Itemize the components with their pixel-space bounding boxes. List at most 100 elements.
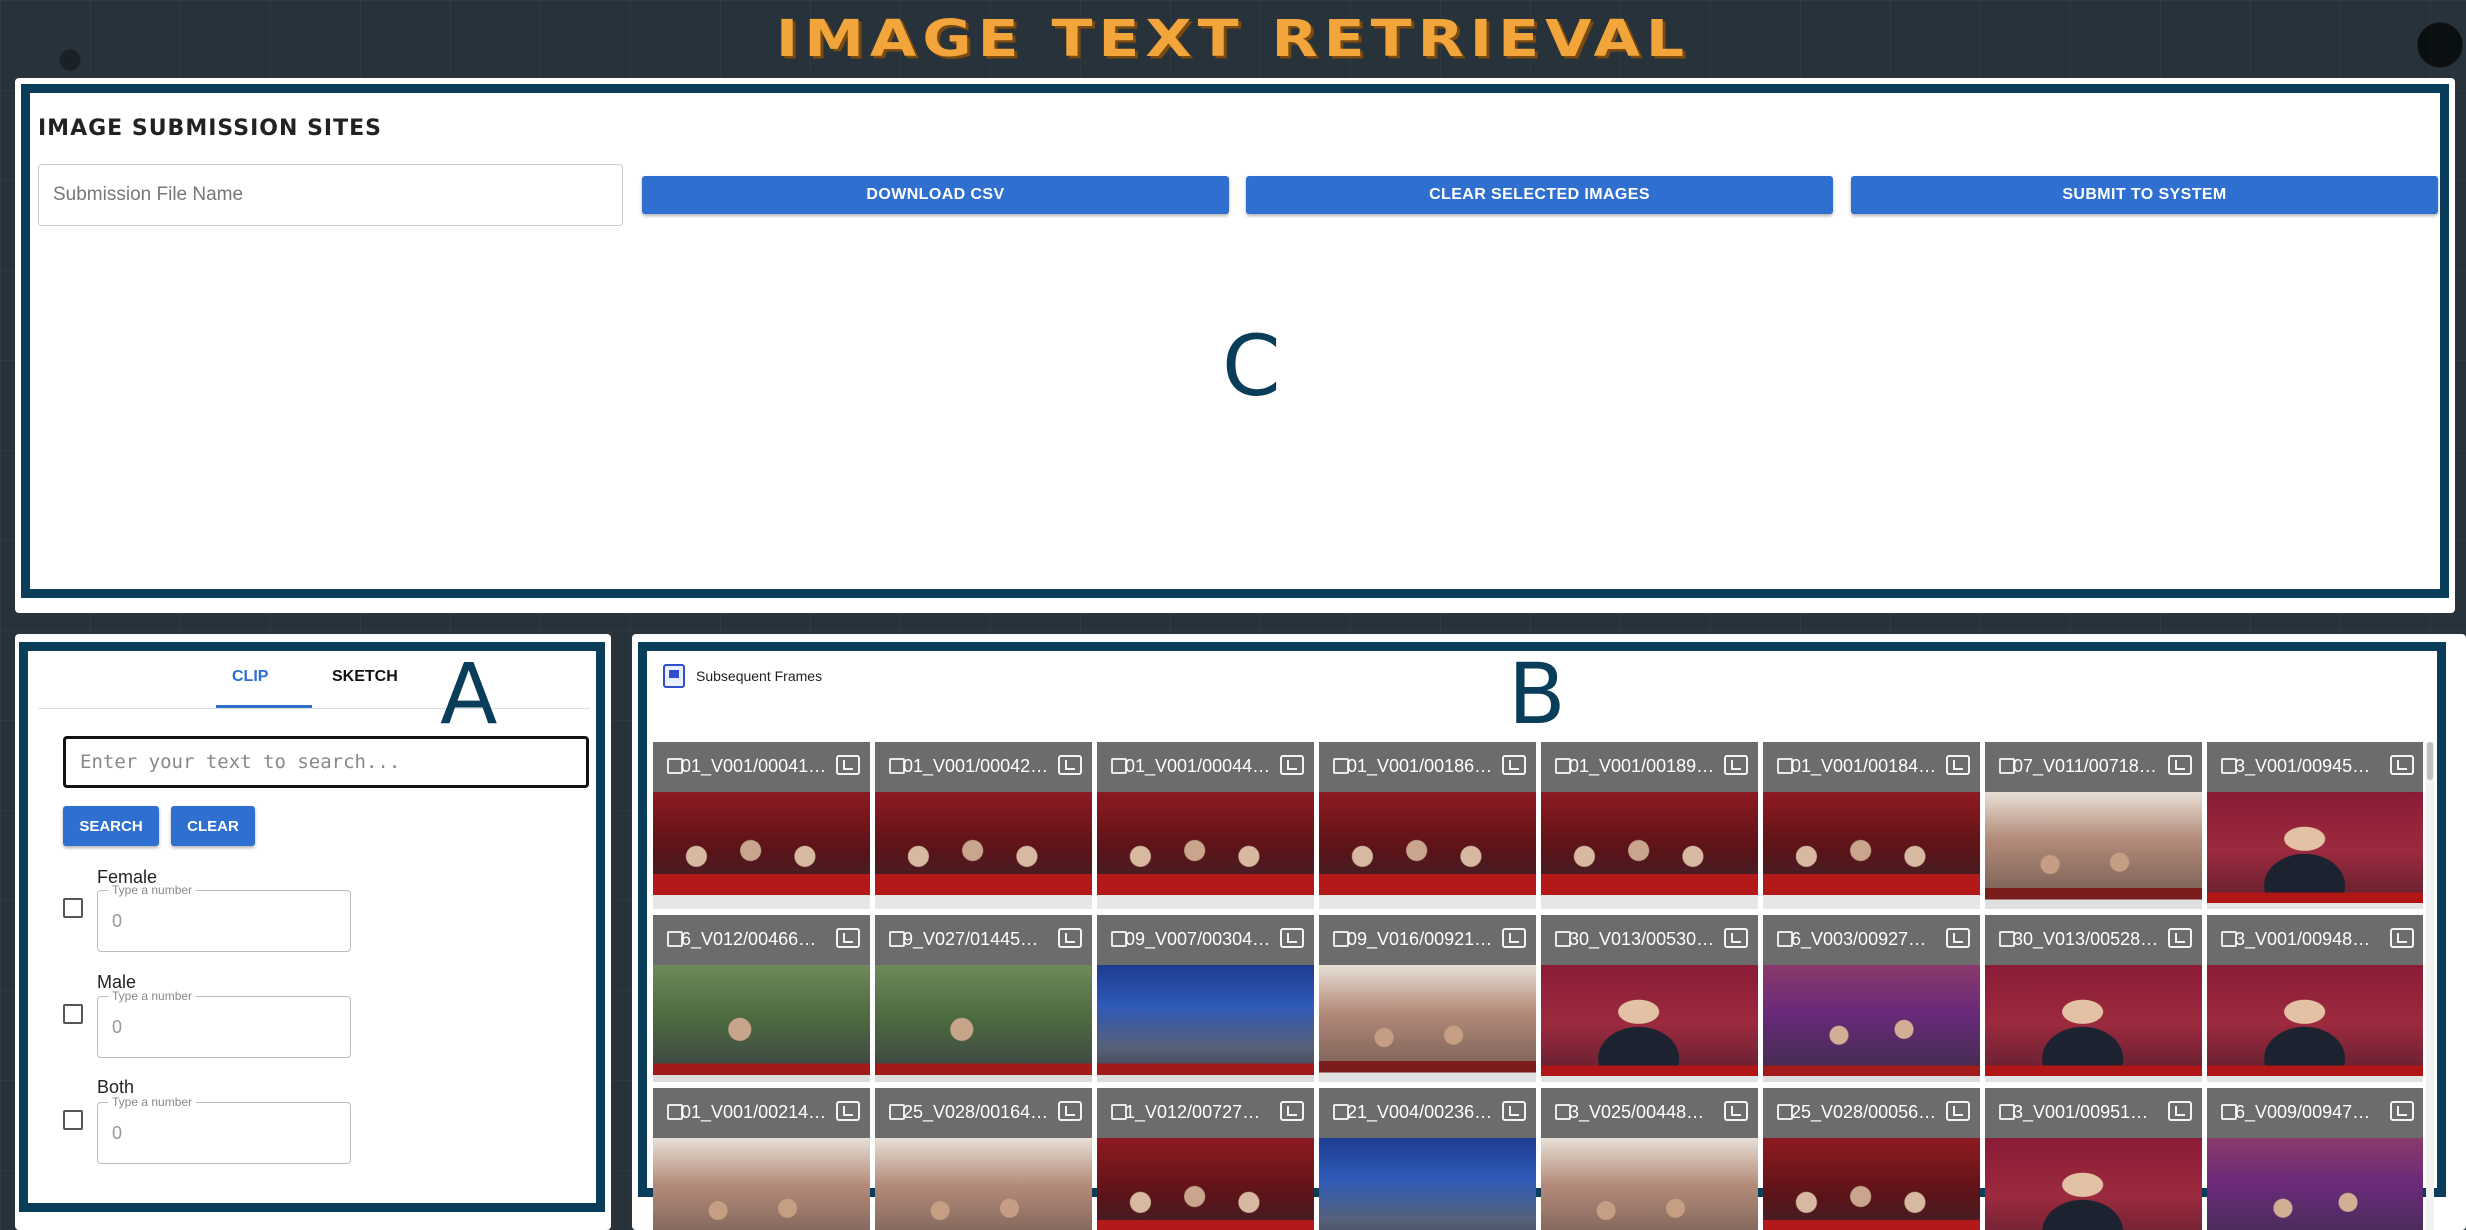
search-button[interactable]: SEARCH <box>63 806 159 846</box>
frame-id-label: 3_V025/00448… <box>1569 1102 1705 1122</box>
frame-card[interactable]: 01_V001/00186… <box>1319 742 1536 909</box>
tabs-divider <box>38 708 590 709</box>
frame-thumbnail[interactable] <box>1097 965 1314 1082</box>
frame-thumbnail[interactable] <box>1763 792 1980 909</box>
expand-icon[interactable] <box>836 928 860 948</box>
expand-icon[interactable] <box>2390 1101 2414 1121</box>
expand-icon[interactable] <box>1058 755 1082 775</box>
frame-card[interactable]: 3_V001/00951… <box>1985 1088 2202 1230</box>
female-count-input[interactable] <box>112 911 312 932</box>
both-count-field[interactable]: Type a number <box>97 1095 351 1164</box>
frame-card[interactable]: 09_V007/00304… <box>1097 915 1314 1082</box>
expand-icon[interactable] <box>1502 928 1526 948</box>
tab-clip[interactable]: CLIP <box>232 668 268 686</box>
expand-icon[interactable] <box>1724 928 1748 948</box>
frame-card[interactable]: 25_V028/00056… <box>1763 1088 1980 1230</box>
frame-grid-scroll-thumb[interactable] <box>2427 742 2433 780</box>
frame-thumbnail[interactable] <box>653 965 870 1082</box>
frame-card[interactable]: 6_V009/00947… <box>2207 1088 2423 1230</box>
frame-card[interactable]: 01_V001/00189… <box>1541 742 1758 909</box>
expand-icon[interactable] <box>2168 928 2192 948</box>
frame-thumbnail[interactable] <box>1319 1138 1536 1230</box>
female-checkbox[interactable] <box>63 898 83 918</box>
submission-file-name-input[interactable] <box>38 164 623 226</box>
frame-card[interactable]: 01_V001/00214… <box>653 1088 870 1230</box>
expand-icon[interactable] <box>1058 928 1082 948</box>
frame-thumbnail[interactable] <box>1541 792 1758 909</box>
frame-thumbnail[interactable] <box>2207 792 2423 909</box>
expand-icon[interactable] <box>1058 1101 1082 1121</box>
frame-thumbnail[interactable] <box>875 792 1092 909</box>
frame-thumbnail[interactable] <box>1541 1138 1758 1230</box>
expand-icon[interactable] <box>1502 1101 1526 1121</box>
frame-card[interactable]: 3_V001/00948… <box>2207 915 2423 1082</box>
clear-button[interactable]: CLEAR <box>171 806 255 846</box>
tab-sketch[interactable]: SKETCH <box>332 668 398 686</box>
both-count-input[interactable] <box>112 1123 312 1144</box>
submit-to-system-button[interactable]: SUBMIT TO SYSTEM <box>1851 176 2438 214</box>
frame-card[interactable]: 07_V011/00718… <box>1985 742 2202 909</box>
frame-thumbnail[interactable] <box>1985 965 2202 1082</box>
frame-card[interactable]: 01_V001/00184… <box>1763 742 1980 909</box>
frame-thumbnail[interactable] <box>1985 1138 2202 1230</box>
expand-icon[interactable] <box>2390 928 2414 948</box>
frame-thumbnail[interactable] <box>1541 965 1758 1082</box>
expand-icon[interactable] <box>1946 1101 1970 1121</box>
expand-icon[interactable] <box>1280 928 1304 948</box>
frame-thumbnail[interactable] <box>875 1138 1092 1230</box>
frame-card[interactable]: 9_V027/01445… <box>875 915 1092 1082</box>
frame-thumbnail[interactable] <box>1985 792 2202 909</box>
frame-thumbnail[interactable] <box>1319 792 1536 909</box>
frame-card[interactable]: 01_V001/00042… <box>875 742 1092 909</box>
expand-icon[interactable] <box>1724 755 1748 775</box>
text-search-input[interactable] <box>63 736 589 788</box>
frame-thumbnail[interactable] <box>1763 1138 1980 1230</box>
frame-card[interactable]: 6_V003/00927… <box>1763 915 1980 1082</box>
frame-card[interactable]: 25_V028/00164… <box>875 1088 1092 1230</box>
frame-grid: 01_V001/00041… 01_V001/00042… 01_V001/0004… <box>653 742 2423 1230</box>
clear-selected-images-button[interactable]: CLEAR SELECTED IMAGES <box>1246 176 1833 214</box>
both-checkbox[interactable] <box>63 1110 83 1130</box>
frame-thumbnail[interactable] <box>1319 965 1536 1082</box>
frame-card[interactable]: 09_V016/00921… <box>1319 915 1536 1082</box>
frame-thumbnail[interactable] <box>2207 965 2423 1082</box>
frame-id-label: 6_V012/00466… <box>681 929 817 949</box>
female-count-field[interactable]: Type a number <box>97 883 351 952</box>
expand-icon[interactable] <box>2390 755 2414 775</box>
frame-grid-scrollbar[interactable] <box>2426 742 2434 1230</box>
page-title: IMAGE TEXT RETRIEVAL <box>775 9 1691 69</box>
download-csv-button[interactable]: DOWNLOAD CSV <box>642 176 1229 214</box>
frame-thumbnail[interactable] <box>1097 792 1314 909</box>
frame-card[interactable]: 3_V001/00945… <box>2207 742 2423 909</box>
expand-icon[interactable] <box>1946 755 1970 775</box>
expand-icon[interactable] <box>1724 1101 1748 1121</box>
frame-id-label: 30_V013/00530… <box>1569 929 1715 949</box>
male-count-field[interactable]: Type a number <box>97 989 351 1058</box>
frame-thumbnail[interactable] <box>653 1138 870 1230</box>
frame-thumbnail[interactable] <box>2207 1138 2423 1230</box>
frame-card[interactable]: 21_V004/00236… <box>1319 1088 1536 1230</box>
frame-thumbnail[interactable] <box>653 792 870 909</box>
frame-card[interactable]: 01_V001/00041… <box>653 742 870 909</box>
frame-card[interactable]: 3_V025/00448… <box>1541 1088 1758 1230</box>
expand-icon[interactable] <box>1502 755 1526 775</box>
expand-icon[interactable] <box>1280 755 1304 775</box>
expand-icon[interactable] <box>2168 1101 2192 1121</box>
frame-id-label: 25_V028/00056… <box>1791 1102 1937 1122</box>
frame-card[interactable]: 6_V012/00466… <box>653 915 870 1082</box>
frame-thumbnail[interactable] <box>1763 965 1980 1082</box>
frame-id-label: 01_V001/00044… <box>1125 756 1271 776</box>
male-count-input[interactable] <box>112 1017 312 1038</box>
expand-icon[interactable] <box>2168 755 2192 775</box>
expand-icon[interactable] <box>1280 1101 1304 1121</box>
frame-card[interactable]: 1_V012/00727… <box>1097 1088 1314 1230</box>
frame-thumbnail[interactable] <box>875 965 1092 1082</box>
frame-card[interactable]: 30_V013/00528… <box>1985 915 2202 1082</box>
frame-card[interactable]: 30_V013/00530… <box>1541 915 1758 1082</box>
expand-icon[interactable] <box>836 1101 860 1121</box>
expand-icon[interactable] <box>1946 928 1970 948</box>
frame-thumbnail[interactable] <box>1097 1138 1314 1230</box>
male-checkbox[interactable] <box>63 1004 83 1024</box>
expand-icon[interactable] <box>836 755 860 775</box>
frame-card[interactable]: 01_V001/00044… <box>1097 742 1314 909</box>
